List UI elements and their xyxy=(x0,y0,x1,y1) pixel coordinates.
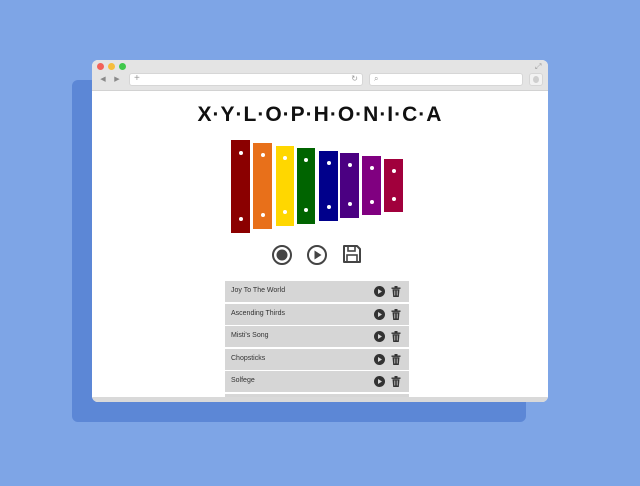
song-title: Joy To The World xyxy=(231,287,286,294)
maximize-window-button[interactable] xyxy=(119,63,126,70)
record-button[interactable] xyxy=(271,244,293,266)
window-bottom-edge xyxy=(92,397,548,402)
song-delete-button[interactable] xyxy=(391,309,401,320)
song-title: Misti's Song xyxy=(231,332,269,339)
close-window-button[interactable] xyxy=(97,63,104,70)
play-button[interactable] xyxy=(306,244,328,266)
page-content: X·Y·L·O·P·H·O·N·I·C·A Joy To The World A… xyxy=(92,91,548,398)
song-list: Joy To The World Ascending Thirds Misti'… xyxy=(225,281,409,398)
song-delete-button[interactable] xyxy=(391,376,401,387)
song-delete-button[interactable] xyxy=(391,331,401,342)
save-button[interactable] xyxy=(341,243,363,265)
reload-icon[interactable]: ↻ xyxy=(351,74,358,83)
song-play-button[interactable] xyxy=(374,331,385,342)
song-delete-button[interactable] xyxy=(391,286,401,297)
song-play-button[interactable] xyxy=(374,286,385,297)
xylophone-bar-2[interactable] xyxy=(253,143,272,229)
bar-peg xyxy=(260,153,265,157)
song-row[interactable]: Joy To The World xyxy=(225,281,409,302)
bar-peg xyxy=(238,151,243,155)
song-play-button[interactable] xyxy=(374,354,385,365)
extension-button[interactable] xyxy=(529,73,543,86)
bar-peg xyxy=(391,197,396,201)
extension-icon xyxy=(533,76,539,83)
bar-peg xyxy=(391,169,396,173)
song-title: Ascending Thirds xyxy=(231,310,285,317)
bar-peg xyxy=(283,210,287,214)
bar-peg xyxy=(304,208,308,212)
xylophone-bar-6[interactable] xyxy=(340,153,359,218)
song-title: Chopsticks xyxy=(231,355,266,362)
address-bar[interactable]: + ↻ xyxy=(129,73,363,86)
song-row[interactable]: Chopsticks xyxy=(225,349,409,370)
fullscreen-icon[interactable]: ⤢ xyxy=(535,62,541,72)
minimize-window-button[interactable] xyxy=(108,63,115,70)
back-icon[interactable]: ◀ xyxy=(98,74,108,85)
new-tab-icon[interactable]: + xyxy=(134,73,140,84)
browser-window: ⤢ ◀ ▶ + ↻ ⌕ X·Y·L·O·P·H·O·N·I·C·A Joy To… xyxy=(92,60,548,402)
song-row[interactable]: Ascending Thirds xyxy=(225,304,409,325)
xylophone-bar-3[interactable] xyxy=(276,146,294,226)
song-play-button[interactable] xyxy=(374,309,385,320)
browser-toolbar: ⤢ ◀ ▶ + ↻ ⌕ xyxy=(92,60,548,91)
song-row[interactable]: Solfege xyxy=(225,371,409,392)
song-row[interactable]: Misti's Song xyxy=(225,326,409,347)
song-delete-button[interactable] xyxy=(391,354,401,365)
bar-peg xyxy=(260,213,265,217)
xylophone-bar-7[interactable] xyxy=(362,156,381,215)
app-title: X·Y·L·O·P·H·O·N·I·C·A xyxy=(197,103,443,126)
song-title: Solfege xyxy=(231,377,255,384)
bar-peg xyxy=(369,166,374,170)
browser-search-input[interactable]: ⌕ xyxy=(369,73,523,86)
xylophone-bar-8[interactable] xyxy=(384,159,403,212)
bar-peg xyxy=(347,163,352,167)
bar-peg xyxy=(304,158,308,162)
bar-peg xyxy=(326,161,331,165)
forward-icon[interactable]: ▶ xyxy=(112,74,122,85)
xylophone-bar-5[interactable] xyxy=(319,151,338,221)
bar-peg xyxy=(369,200,374,204)
bar-peg xyxy=(283,156,287,160)
song-play-button[interactable] xyxy=(374,376,385,387)
bar-peg xyxy=(326,205,331,209)
bar-peg xyxy=(238,217,243,221)
search-icon: ⌕ xyxy=(374,74,379,83)
xylophone-bar-1[interactable] xyxy=(231,140,250,233)
bar-peg xyxy=(347,202,352,206)
xylophone-bar-4[interactable] xyxy=(297,148,315,224)
